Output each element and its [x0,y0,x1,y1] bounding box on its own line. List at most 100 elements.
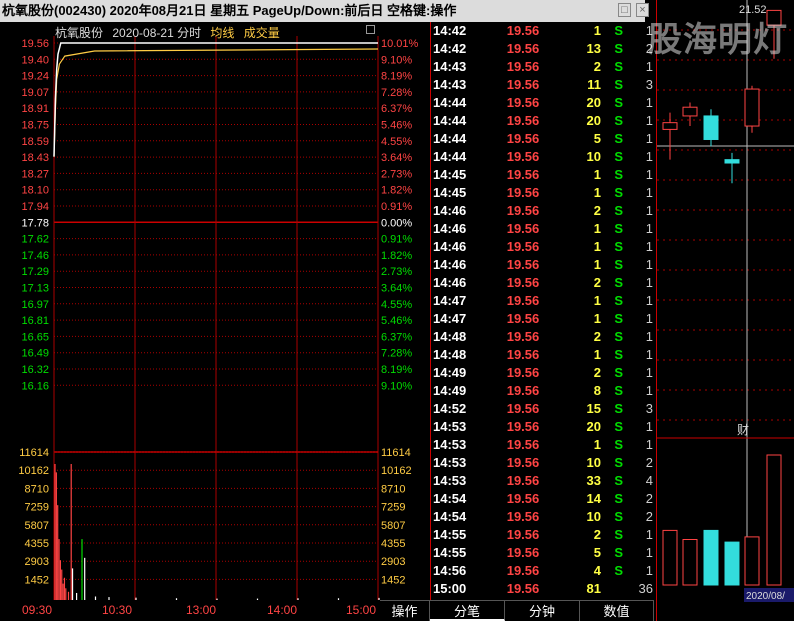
tick-row: 14:45 19.56 1 S 1 [431,184,656,202]
tick-volume: 1 [593,167,601,182]
tick-side: S [614,239,623,254]
tick-volume: 33 [586,473,601,488]
chart-option-icon[interactable] [366,25,375,34]
percent-label: 0.91% [381,234,412,246]
tick-price: 19.56 [506,239,540,254]
tick-volume: 1 [593,239,601,254]
tick-count: 3 [645,401,653,416]
tick-side: S [614,131,623,146]
daily-kline-panel[interactable]: 21.52 财 2020/08/ [656,0,794,621]
tick-price: 19.56 [506,473,540,488]
tick-time: 14:49 [433,365,467,380]
tab-operate[interactable]: 操作 [380,600,430,621]
tick-time: 14:43 [433,59,467,74]
time-label: 14:00 [267,603,297,617]
volume-label-right: 11614 [381,447,411,459]
tick-time: 14:44 [433,95,467,110]
tick-list[interactable]: 14:42 19.56 1 S 1 14:42 19.56 13 S 2 14:43 19.56 2 S 1… [430,22,656,600]
tick-time: 14:54 [433,509,467,524]
tick-row: 14:48 19.56 1 S 1 [431,346,656,364]
tick-price: 19.56 [506,365,540,380]
tick-time: 14:53 [433,419,467,434]
tick-side: S [614,419,623,434]
tick-price: 19.56 [506,275,540,290]
tick-row: 14:54 19.56 10 S 2 [431,508,656,526]
tick-price: 19.56 [506,257,540,272]
intraday-chart[interactable]: 19.56 10.01% 19.40 9.10% 19.24 8.19% 19.07 7.28… [0,22,430,601]
tick-time: 14:49 [433,383,467,398]
price-label: 17.94 [21,201,49,213]
tick-price: 19.56 [506,563,540,578]
tick-side: S [614,329,623,344]
tick-side: S [614,77,623,92]
tick-count: 2 [645,455,653,470]
tick-side: S [614,185,623,200]
tab-tick[interactable]: 分笔 [430,600,505,621]
tick-count: 2 [645,509,653,524]
tick-price: 19.56 [506,77,540,92]
tick-time: 14:46 [433,257,467,272]
tick-side: S [614,95,623,110]
chart-stock-name: 杭氧股份 [55,26,104,40]
tick-count: 1 [645,365,653,380]
tick-time: 14:46 [433,239,467,254]
tick-time: 14:44 [433,131,467,146]
tick-row: 14:44 19.56 10 S 1 [431,148,656,166]
chart-date-label: 2020-08-21 分时 [112,26,202,40]
tick-count: 1 [645,275,653,290]
restore-button[interactable]: □ [618,3,631,17]
tick-price: 19.56 [506,293,540,308]
tick-price: 19.56 [506,401,540,416]
volume-label: 11614 [19,447,49,459]
tick-side: S [614,383,623,398]
tick-count: 3 [645,77,653,92]
tick-volume: 1 [593,311,601,326]
price-label: 16.49 [21,348,49,360]
tick-side: S [614,347,623,362]
volume-label-right: 4355 [381,538,405,550]
kline-volume-bar [682,539,698,586]
price-label: 16.16 [21,380,49,392]
price-label: 18.75 [21,120,49,132]
tick-volume: 11 [587,77,601,92]
kline-volume-bar [744,536,760,586]
tick-time: 14:42 [433,41,467,56]
volume-label: 8710 [25,483,49,495]
chart-canvas: 19.56 10.01% 19.40 9.10% 19.24 8.19% 19.07 7.28… [18,36,419,601]
tick-row: 14:49 19.56 8 S 1 [431,382,656,400]
tick-time: 14:44 [433,149,467,164]
tick-row: 14:48 19.56 2 S 1 [431,328,656,346]
tick-volume: 14 [586,491,601,506]
tab-minute[interactable]: 分钟 [505,600,580,621]
tick-time: 14:55 [433,545,467,560]
tick-time: 14:48 [433,347,467,362]
kline-canvas: 21.52财2020/08/ [657,0,794,602]
tick-time: 14:44 [433,113,467,128]
tick-row: 14:46 19.56 1 S 1 [431,220,656,238]
avg-line-legend: 均线 [210,26,235,40]
price-label: 18.10 [21,185,49,197]
tick-row: 15:00 19.56 81 36 [431,580,656,598]
tick-row: 14:42 19.56 13 S 2 [431,40,656,58]
volume-label-right: 8710 [381,483,405,495]
price-label: 19.24 [21,71,49,83]
tick-row: 14:47 19.56 1 S 1 [431,310,656,328]
tick-time: 14:56 [433,563,467,578]
volume-label: 4355 [25,538,49,550]
tick-side: S [614,149,623,164]
volume-label-right: 2903 [381,556,405,568]
tick-volume: 4 [593,563,601,578]
tick-side: S [614,365,623,380]
tab-values[interactable]: 数值 [580,600,654,621]
tick-time: 14:48 [433,329,467,344]
tick-side: S [614,545,623,560]
tick-price: 19.56 [506,437,540,452]
percent-label: 0.91% [381,201,412,213]
percent-label: 9.10% [381,380,412,392]
tick-price: 19.56 [506,149,540,164]
tick-volume: 1 [593,347,601,362]
time-label: 10:30 [102,603,132,617]
tick-side: S [614,41,623,56]
tick-price: 19.56 [506,545,540,560]
volume-label-right: 7259 [381,502,405,514]
